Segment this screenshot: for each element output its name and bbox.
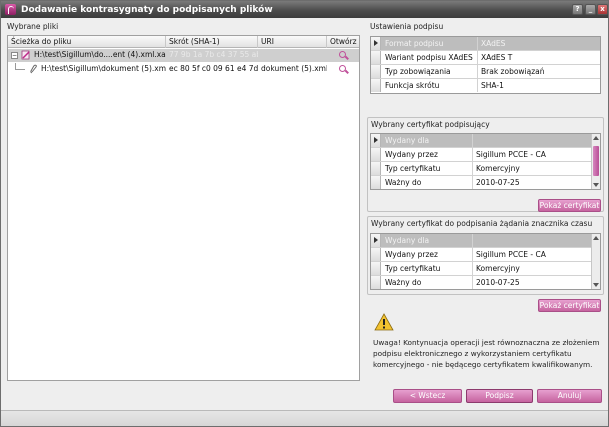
grid-key: Ważny do	[383, 176, 473, 189]
grid-row[interactable]: Typ zobowiązania Brak zobowiązań	[371, 65, 600, 79]
row-indicator	[371, 248, 381, 261]
grid-value	[474, 134, 592, 147]
tree-connector	[15, 69, 25, 70]
grid-value: 2010-07-25	[476, 278, 520, 287]
signed-file-icon	[21, 50, 31, 60]
file-path: H:\test\Sigillum\dokument (5).xml	[41, 64, 166, 73]
title-bar[interactable]: Dodawanie kontrasygnaty do podpisanych p…	[1, 1, 608, 18]
grid-key: Wydany przez	[383, 248, 473, 261]
scroll-up-icon[interactable]	[593, 236, 599, 240]
file-row-xml[interactable]: H:\test\Sigillum\dokument (5).xml ec 80 …	[8, 63, 359, 76]
tree-collapse-icon[interactable]: −	[11, 52, 18, 59]
window-title: Dodawanie kontrasygnaty do podpisanych p…	[21, 4, 273, 15]
grid-value	[474, 234, 592, 247]
grid-row[interactable]: Typ certyfikatu Komercyjny	[371, 162, 600, 176]
timestamp-cert-scrollbar[interactable]	[591, 234, 600, 289]
grid-key: Typ certyfikatu	[383, 162, 473, 175]
grid-value: Sigillum PCCE - CA	[476, 250, 546, 259]
row-indicator	[371, 176, 381, 189]
grid-value: Komercyjny	[476, 164, 520, 173]
grid-value: XAdES T	[481, 53, 513, 62]
warning-message: Uwaga! Kontynuacja operacji jest równozn…	[373, 338, 600, 369]
dialog-window: Dodawanie kontrasygnaty do podpisanych p…	[0, 0, 609, 427]
grid-row[interactable]: Wydany przez Sigillum PCCE - CA	[371, 248, 600, 262]
grid-row[interactable]: Wydany dla	[371, 234, 600, 248]
scroll-thumb[interactable]	[593, 146, 599, 176]
attachment-file-icon	[29, 64, 39, 74]
column-header-open[interactable]: Otwórz	[327, 36, 359, 48]
scroll-down-icon[interactable]	[593, 283, 599, 287]
row-indicator	[371, 234, 381, 247]
signing-cert-grid[interactable]: Wydany dla Wydany przez Sigillum PCCE - …	[370, 133, 601, 190]
grid-value: 2010-07-25	[476, 178, 520, 187]
file-path: H:\test\Sigillum\do....ent (4).xml.xades	[34, 50, 166, 59]
file-uri: dokument (5).xml	[261, 64, 327, 73]
timestamp-cert-grid[interactable]: Wydany dla Wydany przez Sigillum PCCE - …	[370, 233, 601, 290]
grid-value: Sigillum PCCE - CA	[476, 150, 546, 159]
timestamp-cert-title: Wybrany certyfikat do podpisania żądania…	[371, 219, 593, 228]
grid-row[interactable]: Ważny do 2010-07-25	[371, 176, 600, 190]
files-section-label: Wybrane pliki	[7, 22, 59, 31]
row-indicator	[371, 65, 381, 78]
scroll-down-icon[interactable]	[593, 183, 599, 187]
grid-row[interactable]: Format podpisu XAdES	[371, 37, 600, 51]
open-file-icon[interactable]	[339, 65, 346, 72]
signature-settings-label: Ustawienia podpisu	[370, 22, 444, 31]
signing-cert-scrollbar[interactable]	[591, 134, 600, 189]
files-tree-table[interactable]: Ścieżka do pliku Skrót (SHA-1) URI Otwór…	[7, 35, 360, 381]
row-indicator	[371, 134, 381, 147]
file-hash: ec 80 5f c0 09 61 e4 7d ...	[169, 64, 258, 73]
file-uri	[261, 49, 327, 61]
grid-value: Komercyjny	[476, 264, 520, 273]
grid-row[interactable]: Ważny do 2010-07-25	[371, 276, 600, 290]
column-header-hash[interactable]: Skrót (SHA-1)	[166, 36, 258, 48]
sigillum-app-icon	[5, 4, 16, 15]
column-header-uri[interactable]: URI	[258, 36, 327, 48]
signing-cert-title: Wybrany certyfikat podpisujący	[371, 120, 490, 129]
cancel-button[interactable]: Anuluj	[537, 389, 602, 403]
row-indicator	[371, 276, 381, 289]
grid-key: Wariant podpisu XAdES	[383, 51, 478, 64]
minimize-button[interactable]: _	[585, 4, 596, 15]
grid-key: Wydany przez	[383, 148, 473, 161]
grid-value: XAdES	[481, 39, 506, 48]
grid-row[interactable]: Wydany dla	[371, 134, 600, 148]
row-indicator	[371, 262, 381, 275]
row-indicator	[371, 51, 381, 64]
row-indicator	[371, 162, 381, 175]
grid-value: Brak zobowiązań	[481, 67, 545, 76]
grid-key: Funkcja skrótu	[383, 79, 478, 92]
grid-key: Format podpisu	[383, 37, 478, 50]
help-button[interactable]: ?	[572, 4, 583, 15]
grid-row[interactable]: Typ certyfikatu Komercyjny	[371, 262, 600, 276]
row-indicator	[371, 37, 381, 50]
close-button[interactable]: x	[597, 4, 608, 15]
scroll-up-icon[interactable]	[593, 136, 599, 140]
sign-button[interactable]: Podpisz	[466, 389, 533, 403]
grid-row[interactable]: Wydany przez Sigillum PCCE - CA	[371, 148, 600, 162]
files-table-header: Ścieżka do pliku Skrót (SHA-1) URI Otwór…	[8, 36, 359, 48]
grid-row[interactable]: Wariant podpisu XAdES XAdES T	[371, 51, 600, 65]
grid-key: Wydany dla	[383, 134, 473, 147]
row-indicator	[371, 79, 381, 92]
status-bar	[1, 410, 608, 426]
grid-key: Typ certyfikatu	[383, 262, 473, 275]
back-button[interactable]: < Wstecz	[393, 389, 462, 403]
file-hash: 77 9b 1a 7b c4 37 55 ab ...	[169, 50, 258, 59]
grid-key: Wydany dla	[383, 234, 473, 247]
open-file-icon[interactable]	[339, 51, 346, 58]
row-indicator	[371, 148, 381, 161]
grid-key: Ważny do	[383, 276, 473, 289]
grid-key: Typ zobowiązania	[383, 65, 478, 78]
file-row-xades[interactable]: − H:\test\Sigillum\do....ent (4).xml.xad…	[8, 49, 359, 62]
column-header-path[interactable]: Ścieżka do pliku	[8, 36, 166, 48]
warning-icon	[374, 313, 394, 331]
show-signing-cert-button[interactable]: Pokaż certyfikat	[538, 199, 601, 212]
signature-settings-grid[interactable]: Format podpisu XAdES Wariant podpisu XAd…	[370, 36, 601, 94]
grid-row[interactable]: Funkcja skrótu SHA-1	[371, 79, 600, 93]
grid-value: SHA-1	[481, 81, 504, 90]
show-timestamp-cert-button[interactable]: Pokaż certyfikat	[538, 299, 601, 312]
